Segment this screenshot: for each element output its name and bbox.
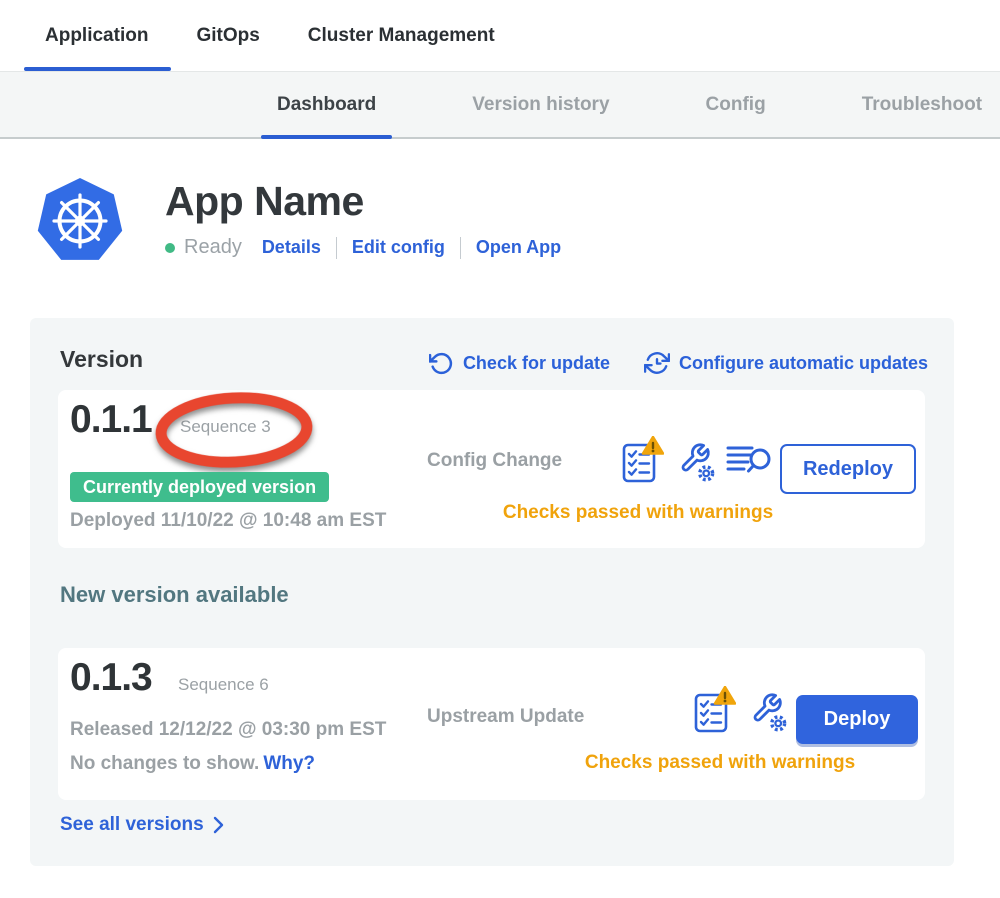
kubernetes-logo bbox=[36, 176, 124, 266]
edit-config-link[interactable]: Edit config bbox=[352, 237, 445, 258]
status-dot bbox=[165, 243, 175, 253]
page-title: App Name bbox=[165, 178, 561, 224]
primary-nav: Application GitOps Cluster Management bbox=[0, 0, 1000, 71]
preflight-checks-icon[interactable] bbox=[622, 436, 664, 484]
configure-auto-updates-button[interactable]: Configure automatic updates bbox=[644, 350, 928, 376]
why-link[interactable]: Why? bbox=[263, 753, 315, 774]
current-version-row: 0.1.1 Sequence 3 Currently deployed vers… bbox=[58, 390, 925, 548]
app-sub-nav: Dashboard Version history Config Trouble… bbox=[0, 71, 1000, 139]
config-wrench-gear-icon[interactable] bbox=[747, 687, 787, 733]
auto-update-clock-icon bbox=[644, 350, 670, 376]
open-app-link[interactable]: Open App bbox=[476, 237, 561, 258]
version-section: Version Check for update Configure autom… bbox=[30, 318, 954, 866]
deployed-timestamp: Deployed 11/10/22 @ 10:48 am EST bbox=[70, 510, 386, 532]
available-version-number: 0.1.3 bbox=[70, 656, 152, 700]
tab-application[interactable]: Application bbox=[45, 0, 148, 71]
current-version-number: 0.1.1 bbox=[70, 398, 152, 442]
tab-config[interactable]: Config bbox=[706, 72, 766, 137]
status-text: Ready bbox=[184, 236, 242, 259]
tab-dashboard[interactable]: Dashboard bbox=[277, 72, 376, 137]
current-version-sequence: Sequence 3 bbox=[180, 417, 271, 437]
page: Application GitOps Cluster Management Da… bbox=[0, 0, 1000, 898]
change-type-label: Config Change bbox=[427, 450, 562, 472]
check-for-update-label: Check for update bbox=[463, 353, 610, 374]
divider bbox=[460, 237, 461, 259]
available-version-sequence: Sequence 6 bbox=[178, 675, 269, 695]
checks-status-text: Checks passed with warnings bbox=[520, 752, 920, 774]
details-link[interactable]: Details bbox=[262, 237, 321, 258]
divider bbox=[336, 237, 337, 259]
version-section-title: Version bbox=[60, 346, 143, 373]
tab-gitops[interactable]: GitOps bbox=[196, 0, 259, 71]
check-for-update-button[interactable]: Check for update bbox=[429, 350, 610, 376]
preflight-checks-icon[interactable] bbox=[694, 686, 736, 734]
tab-version-history[interactable]: Version history bbox=[472, 72, 609, 137]
see-all-versions-label: See all versions bbox=[60, 814, 204, 836]
app-header: App Name Ready Details Edit config Open … bbox=[36, 170, 561, 266]
available-version-row: 0.1.3 Sequence 6 Released 12/12/22 @ 03:… bbox=[58, 648, 925, 800]
tab-troubleshoot[interactable]: Troubleshoot bbox=[862, 72, 982, 137]
checks-status-text: Checks passed with warnings bbox=[438, 502, 838, 524]
change-type-label: Upstream Update bbox=[427, 706, 584, 728]
configure-auto-updates-label: Configure automatic updates bbox=[679, 353, 928, 374]
view-files-icon[interactable] bbox=[726, 441, 772, 479]
config-wrench-gear-icon[interactable] bbox=[675, 437, 715, 483]
new-version-heading: New version available bbox=[60, 582, 289, 608]
currently-deployed-badge: Currently deployed version bbox=[70, 472, 329, 502]
changes-note: No changes to show.Why? bbox=[70, 753, 315, 775]
tab-cluster-management[interactable]: Cluster Management bbox=[308, 0, 495, 71]
changes-note-text: No changes to show. bbox=[70, 753, 259, 774]
chevron-right-icon bbox=[213, 816, 224, 834]
see-all-versions-link[interactable]: See all versions bbox=[60, 814, 224, 836]
released-timestamp: Released 12/12/22 @ 03:30 pm EST bbox=[70, 719, 386, 741]
deploy-button[interactable]: Deploy bbox=[796, 695, 918, 744]
redeploy-button[interactable]: Redeploy bbox=[780, 444, 916, 494]
refresh-icon bbox=[429, 351, 454, 376]
